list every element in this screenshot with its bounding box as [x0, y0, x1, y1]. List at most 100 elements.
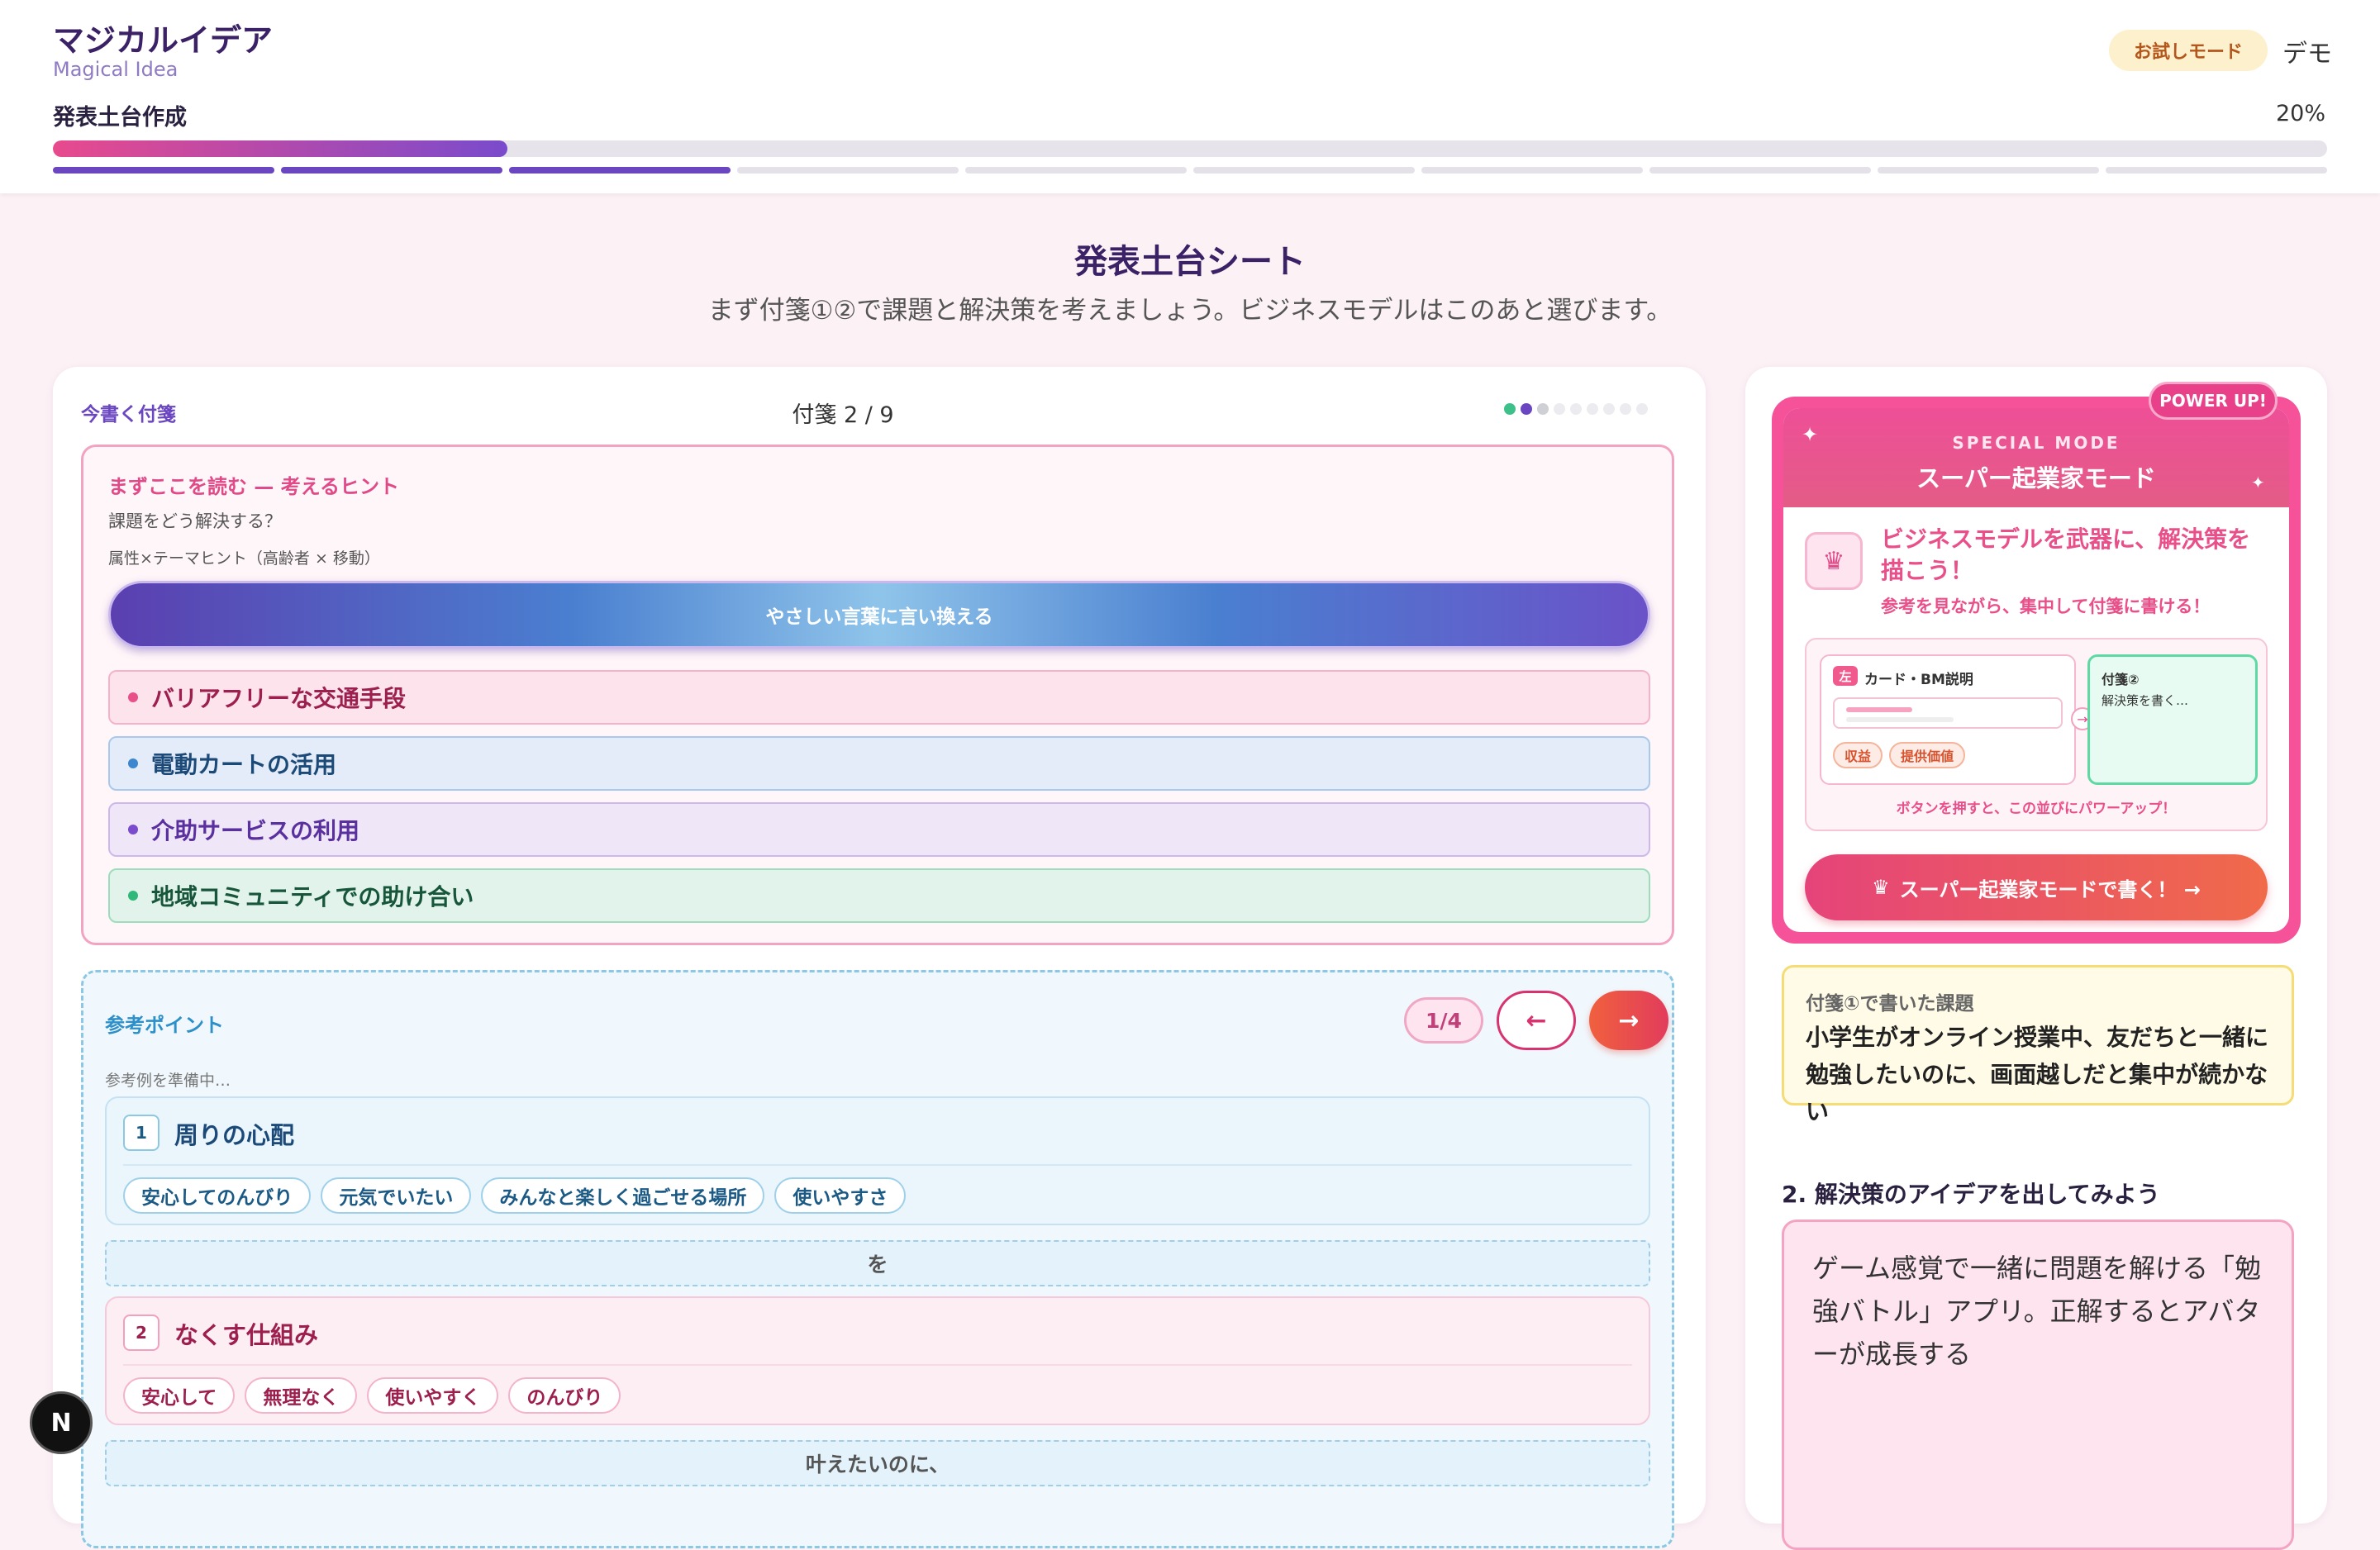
reference-card-number: 1	[123, 1115, 159, 1151]
bullet-icon	[128, 825, 138, 834]
sticky-dot[interactable]	[1504, 403, 1516, 415]
bullet-icon	[128, 891, 138, 901]
side-panel: ✦ ✦ SPECIAL MODE スーパー起業家モード ♛ ビジネスモデルを武器…	[1745, 367, 2327, 1550]
step-segment	[509, 167, 731, 174]
special-mode-header: ✦ ✦ SPECIAL MODE スーパー起業家モード	[1783, 408, 2289, 507]
issue-label: 付箋①で書いた課題	[1806, 993, 1974, 1015]
bullet-icon	[128, 692, 138, 702]
rephrase-button[interactable]: やさしい言葉に言い換える	[108, 581, 1650, 649]
dev-tools-badge[interactable]: N	[30, 1391, 93, 1454]
reference-points-panel: 参考ポイント 1/4 ← → 参考例を準備中… 1 周りの心配 安心してのんびり…	[81, 970, 1674, 1548]
reference-card-title: 周りの心配	[174, 1121, 295, 1149]
special-mode-subline: 参考を見ながら、集中して付箋に書ける！	[1881, 597, 2211, 616]
preview-text-line	[1846, 707, 1912, 712]
solution-text: ゲーム感覚で一緒に問題を解ける「勉強バトル」アプリ。正解するとアバターが成長する	[1812, 1253, 2262, 1370]
reference-card-number: 2	[123, 1315, 159, 1351]
step-segment	[737, 167, 959, 174]
preview-chip: 提供価値	[1889, 742, 1966, 768]
hint-item[interactable]: バリアフリーな交通手段	[108, 670, 1650, 725]
preview-sticky-panel: 付箋② 解決策を書く…	[2087, 654, 2258, 785]
reference-prev-button[interactable]: ←	[1497, 991, 1576, 1050]
crown-icon: ♛	[1805, 532, 1863, 590]
step-segment	[965, 167, 1187, 174]
preview-card-panel: 左 カード・BM説明 収益 提供価値	[1820, 654, 2076, 785]
progress-bar-fill	[53, 140, 508, 157]
step-segment	[1649, 167, 1871, 174]
app-title: マジカルイデア	[53, 22, 274, 59]
hint-item[interactable]: 地域コミュニティでの助け合い	[108, 868, 1650, 923]
issue-summary: 付箋①で書いた課題 小学生がオンライン授業中、友だちと一緒に勉強したいのに、画面…	[1782, 965, 2294, 1125]
special-mode-inner: ✦ ✦ SPECIAL MODE スーパー起業家モード ♛ ビジネスモデルを武器…	[1783, 408, 2289, 932]
reference-connector: 叶えたいのに、	[105, 1440, 1650, 1486]
reference-card-1: 1 周りの心配 安心してのんびり 元気でいたい みんなと楽しく過ごせる場所 使い…	[105, 1096, 1650, 1225]
reference-next-button[interactable]: →	[1589, 991, 1668, 1050]
reference-points-title: 参考ポイント	[105, 1014, 224, 1037]
reference-chip[interactable]: のんびり	[508, 1377, 621, 1414]
reference-card-divider	[123, 1364, 1632, 1366]
reference-connector: を	[105, 1240, 1650, 1286]
preview-caption: ボタンを押すと、この並びにパワーアップ！	[1896, 801, 2177, 817]
reference-chip[interactable]: 無理なく	[245, 1377, 358, 1414]
app-subtitle: Magical Idea	[53, 58, 178, 81]
hint-item-text: 介助サービスの利用	[151, 817, 360, 844]
hint-item[interactable]: 介助サービスの利用	[108, 802, 1650, 857]
reference-page-indicator: 1/4	[1404, 997, 1483, 1044]
hint-question: 課題をどう解決する？	[108, 511, 282, 531]
step-segments	[53, 167, 2327, 174]
reference-chip[interactable]: みんなと楽しく過ごせる場所	[481, 1177, 765, 1214]
issue-text: 小学生がオンライン授業中、友だちと一緒に勉強したいのに、画面越しだと集中が続かな…	[1806, 1024, 2269, 1125]
cta-label: スーパー起業家モードで書く！ →	[1899, 877, 2201, 901]
preview-input-field	[1833, 697, 2063, 729]
sticky-dot[interactable]	[1587, 403, 1598, 415]
sticky-dot[interactable]	[1554, 403, 1565, 415]
special-mode-title: スーパー起業家モード	[1916, 464, 2156, 492]
preview-left-label: カード・BM説明	[1864, 672, 1973, 688]
sticky-dot[interactable]	[1537, 403, 1549, 415]
layout-preview: 左 カード・BM説明 収益 提供価値 → 付箋② 解決策を書く… ボタンを押すと…	[1805, 638, 2268, 831]
reference-loading-text: 参考例を準備中…	[105, 1072, 231, 1090]
demo-label: デモ	[2282, 40, 2332, 69]
sticky-progress-dots	[1504, 403, 1648, 415]
reference-chip[interactable]: 使いやすく	[367, 1377, 499, 1414]
preview-left-tag: 左	[1833, 666, 1858, 686]
step-segment	[281, 167, 502, 174]
page-title: 発表土台シート	[1074, 243, 1306, 281]
sticky-dot[interactable]	[1570, 403, 1582, 415]
reference-chip[interactable]: 使いやすさ	[774, 1177, 907, 1214]
progress-percent: 20%	[2275, 101, 2325, 126]
special-mode-card: ✦ ✦ SPECIAL MODE スーパー起業家モード ♛ ビジネスモデルを武器…	[1772, 397, 2301, 944]
sticky-dot[interactable]	[1620, 403, 1631, 415]
reference-chip[interactable]: 元気でいたい	[321, 1177, 472, 1214]
step-segment	[1193, 167, 1415, 174]
reference-chip[interactable]: 安心してのんびり	[123, 1177, 312, 1214]
attribute-theme-hint: 属性×テーマヒント（高齢者 × 移動）	[108, 549, 380, 568]
reference-card-chips: 安心して 無理なく 使いやすく のんびり	[123, 1377, 621, 1414]
special-mode-eyebrow: SPECIAL MODE	[1952, 433, 2121, 453]
powerup-badge: POWER UP!	[2149, 382, 2278, 420]
progress-bar	[53, 140, 2327, 157]
step-segment	[53, 167, 274, 174]
reference-card-2: 2 なくす仕組み 安心して 無理なく 使いやすく のんびり	[105, 1296, 1650, 1425]
reference-chip[interactable]: 安心して	[123, 1377, 236, 1414]
step-segment	[1878, 167, 2099, 174]
step-segment	[2106, 167, 2327, 174]
preview-sticky-title: 付箋②	[2102, 672, 2140, 687]
app-header: マジカルイデア Magical Idea お試しモード デモ 発表土台作成 20…	[0, 0, 2380, 193]
sticky-dot[interactable]	[1521, 403, 1532, 415]
reference-card-chips: 安心してのんびり 元気でいたい みんなと楽しく過ごせる場所 使いやすさ	[123, 1177, 907, 1214]
step-title: 発表土台作成	[53, 105, 187, 131]
solution-textarea[interactable]: ゲーム感覚で一緒に問題を解ける「勉強バトル」アプリ。正解するとアバターが成長する	[1782, 1220, 2294, 1550]
sticky-dot[interactable]	[1636, 403, 1648, 415]
preview-sticky-text: 解決策を書く…	[2102, 693, 2189, 708]
sticky-dot[interactable]	[1603, 403, 1615, 415]
trial-mode-badge: お試しモード	[2109, 30, 2268, 71]
super-entrepreneur-mode-button[interactable]: ♛ スーパー起業家モードで書く！ →	[1805, 854, 2268, 920]
hint-item-text: バリアフリーな交通手段	[151, 685, 407, 712]
hint-item[interactable]: 電動カートの活用	[108, 736, 1650, 791]
preview-text-line	[1846, 717, 1954, 722]
reference-card-title: なくす仕組み	[174, 1321, 319, 1349]
hint-item-text: 地域コミュニティでの助け合い	[151, 883, 474, 911]
crown-icon: ♛	[1872, 876, 1890, 899]
bullet-icon	[128, 758, 138, 768]
special-mode-headline: ビジネスモデルを武器に、解決策を描こう！	[1881, 525, 2251, 584]
